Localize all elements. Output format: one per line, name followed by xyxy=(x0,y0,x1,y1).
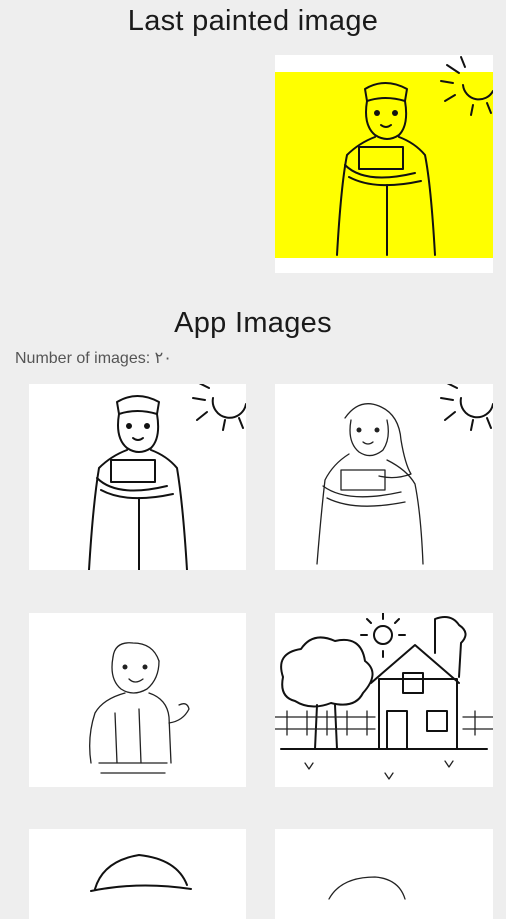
gallery-item-boy-waving[interactable] xyxy=(29,613,246,787)
last-painted-title: Last painted image xyxy=(127,5,379,37)
head-outline-image xyxy=(328,876,406,900)
gallery-item-girl-in-hijab[interactable] xyxy=(275,384,493,570)
house-with-tree-image xyxy=(275,613,493,780)
app-images-title: App Images xyxy=(174,307,332,339)
boy-with-cap-image xyxy=(90,854,192,892)
gallery-item-boy-with-book[interactable] xyxy=(29,384,246,570)
image-count-label: Number of images: ٢٠ xyxy=(15,350,172,367)
gallery-item-boy-with-cap[interactable] xyxy=(29,829,246,919)
last-painted-image[interactable] xyxy=(275,55,493,273)
gallery-item-house-with-tree[interactable] xyxy=(275,613,493,787)
boy-with-book-image xyxy=(88,384,246,570)
gallery-item-head-outline[interactable] xyxy=(275,829,493,919)
boy-waving-image xyxy=(89,642,190,774)
boy-with-book-colored-image xyxy=(275,56,493,258)
girl-in-hijab-image xyxy=(316,384,493,565)
